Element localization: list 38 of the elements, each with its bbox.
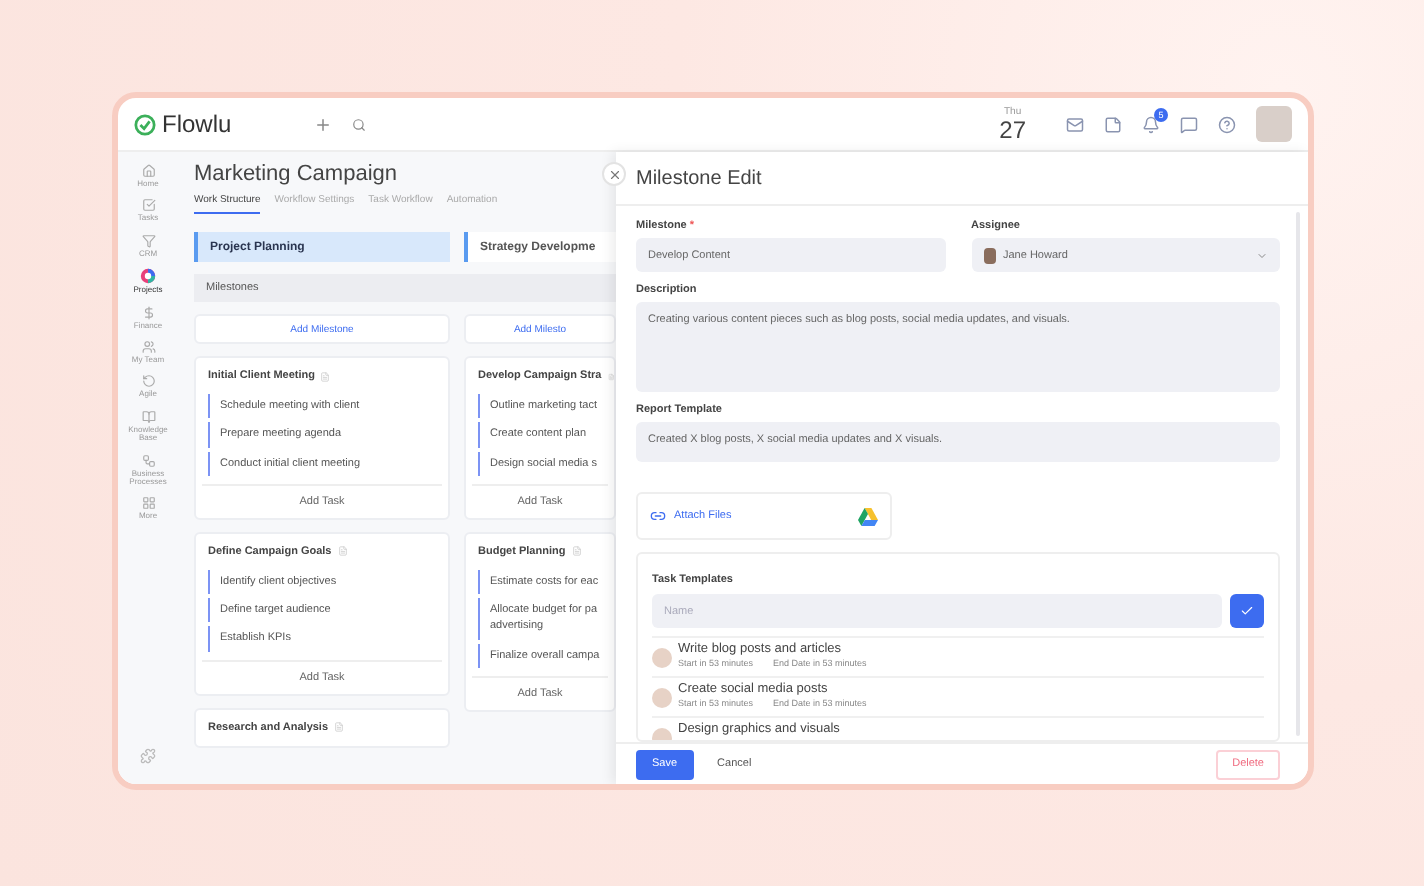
triangle-drive-icon (858, 507, 878, 525)
document-icon (334, 722, 345, 732)
close-button[interactable] (602, 162, 626, 186)
document-icon (320, 371, 331, 381)
document-icon (571, 546, 582, 557)
flowchart-icon (141, 453, 155, 468)
plus-icon[interactable] (314, 115, 332, 133)
note-icon[interactable] (1104, 115, 1122, 133)
check-circle-logo-icon (134, 113, 156, 135)
book-icon (141, 409, 155, 424)
avatar-circle (652, 688, 672, 708)
close-icon (607, 167, 621, 181)
avatar-circle (652, 648, 672, 668)
avatar-thumbnail (983, 247, 995, 263)
document-icon (607, 371, 614, 381)
help-icon[interactable] (1218, 115, 1236, 133)
document-icon (337, 546, 348, 557)
pie-chart-icon (140, 268, 156, 285)
grid-icon (141, 496, 155, 511)
check-icon (1240, 604, 1254, 618)
mail-icon[interactable] (1066, 115, 1084, 133)
day-number: 27 (999, 117, 1026, 141)
search-icon[interactable] (352, 117, 366, 131)
confirm-button[interactable] (1230, 594, 1264, 628)
bell-icon[interactable] (1142, 115, 1160, 133)
panel-title: Milestone Edit (616, 152, 1308, 206)
checkbox-icon (141, 198, 155, 213)
dollar-icon (141, 305, 155, 320)
project-title: Marketing Campaign (194, 162, 397, 186)
people-icon (141, 339, 155, 354)
app-logo-text: Flowlu (162, 110, 232, 138)
link-icon (650, 508, 666, 524)
home-icon (141, 164, 155, 178)
funnel-icon (141, 233, 155, 248)
circular-arrow-icon (141, 374, 155, 389)
chevron-down-icon (1256, 249, 1268, 261)
chat-icon[interactable] (1180, 115, 1198, 133)
puzzle-icon[interactable] (140, 748, 156, 764)
